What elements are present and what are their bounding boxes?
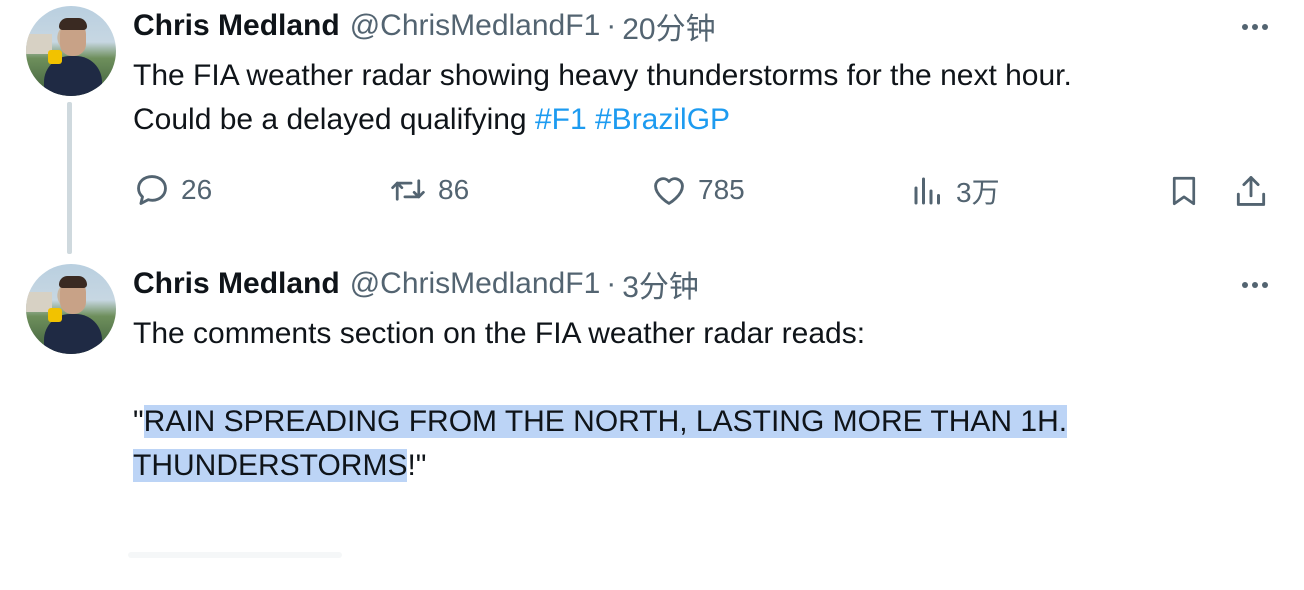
views-count: 3万 <box>956 177 1000 208</box>
tweet-text-prefix: Could be a delayed qualifying <box>133 103 535 136</box>
more-dot-icon <box>1262 24 1268 30</box>
author-name[interactable]: Chris Medland <box>133 267 340 301</box>
avatar-hair <box>59 276 87 288</box>
quote-line: THUNDERSTORMS!" <box>133 444 1253 488</box>
more-dot-icon <box>1252 282 1258 288</box>
retweet-count: 86 <box>438 174 470 205</box>
more-options-button[interactable] <box>1238 12 1272 42</box>
header-separator: · <box>606 9 617 42</box>
selected-text: RAIN SPREADING FROM THE NORTH, LASTING M… <box>143 405 1068 438</box>
bar-chart-icon <box>914 177 940 205</box>
like-button[interactable]: 785 <box>650 171 745 209</box>
reply-icon <box>137 175 167 205</box>
more-dot-icon <box>1262 282 1268 288</box>
retweet-button[interactable]: 86 <box>388 171 469 209</box>
action-bar: 26 86 785 3万 <box>0 165 1304 215</box>
loading-placeholder <box>128 552 342 558</box>
tweet-text-line: Could be a delayed qualifying #F1 #Brazi… <box>133 98 1253 142</box>
hashtag-link[interactable]: #F1 <box>535 103 587 136</box>
more-dot-icon <box>1242 24 1248 30</box>
more-options-button[interactable] <box>1238 270 1272 300</box>
microphone-icon <box>48 50 62 64</box>
tweet-header: Chris Medland @ChrisMedlandF1 · 3分钟 <box>133 264 699 304</box>
tweet-text-line: The comments section on the FIA weather … <box>133 317 866 350</box>
bookmark-icon <box>1172 176 1196 206</box>
tweet-text: The comments section on the FIA weather … <box>133 312 1253 488</box>
hashtag-link[interactable]: #BrazilGP <box>595 103 730 136</box>
reply-button[interactable]: 26 <box>133 171 212 209</box>
more-dot-icon <box>1252 24 1258 30</box>
views-button[interactable]: 3万 <box>910 171 1000 211</box>
quote-open: " <box>133 405 144 438</box>
author-name[interactable]: Chris Medland <box>133 9 340 43</box>
quote-line: "RAIN SPREADING FROM THE NORTH, LASTING … <box>133 400 1253 444</box>
reply-count: 26 <box>181 174 213 205</box>
share-icon <box>1236 176 1266 206</box>
tweet-2[interactable]: Chris Medland @ChrisMedlandF1 · 3分钟 The … <box>0 258 1304 590</box>
tweet-header: Chris Medland @ChrisMedlandF1 · 20分钟 <box>133 6 716 46</box>
avatar-hair <box>59 18 87 30</box>
bookmark-button[interactable] <box>1166 171 1202 211</box>
selected-text: THUNDERSTORMS <box>133 449 408 482</box>
tweet-1[interactable]: Chris Medland @ChrisMedlandF1 · 20分钟 The… <box>0 0 1304 258</box>
tweet-timestamp[interactable]: 3分钟 <box>622 262 699 306</box>
share-button[interactable] <box>1232 171 1270 211</box>
tweet-timestamp[interactable]: 20分钟 <box>622 4 715 48</box>
header-separator: · <box>606 267 617 300</box>
author-handle[interactable]: @ChrisMedlandF1 <box>350 9 601 43</box>
avatar[interactable] <box>26 264 116 354</box>
author-handle[interactable]: @ChrisMedlandF1 <box>350 267 601 301</box>
like-count: 785 <box>698 174 745 205</box>
more-dot-icon <box>1242 282 1248 288</box>
microphone-icon <box>48 308 62 322</box>
retweet-icon <box>391 179 425 201</box>
heart-icon <box>654 177 684 205</box>
tweet-text-line: The FIA weather radar showing heavy thun… <box>133 59 1072 92</box>
quote-close: !" <box>407 449 427 482</box>
tweet-text: The FIA weather radar showing heavy thun… <box>133 54 1253 142</box>
avatar[interactable] <box>26 6 116 96</box>
